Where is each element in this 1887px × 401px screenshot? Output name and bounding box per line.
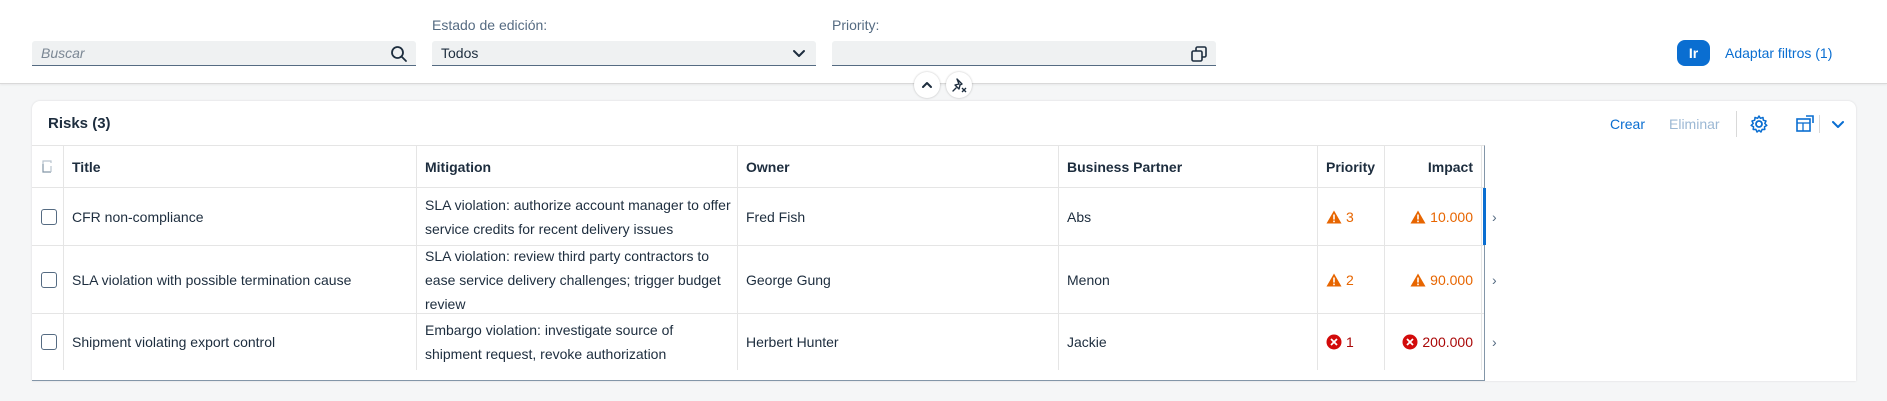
error-icon xyxy=(1326,334,1342,350)
chevron-down-icon[interactable] xyxy=(1828,114,1848,134)
toolbar-separator-2 xyxy=(1819,115,1820,133)
table-row[interactable]: SLA violation with possible termination … xyxy=(32,246,1497,314)
value-help-icon[interactable] xyxy=(1190,45,1208,63)
row-select-cell[interactable] xyxy=(32,314,64,370)
delete-button[interactable]: Eliminar xyxy=(1669,116,1720,132)
row-checkbox[interactable] xyxy=(41,271,57,288)
cell-owner: Herbert Hunter xyxy=(738,314,1059,370)
go-button[interactable]: Ir xyxy=(1677,40,1710,66)
chevron-down-icon[interactable] xyxy=(790,45,808,63)
row-navigation-cell[interactable]: › xyxy=(1482,188,1516,245)
priority-value: 3 xyxy=(1346,208,1354,225)
cell-title: SLA violation with possible termination … xyxy=(64,246,417,313)
row-checkbox[interactable] xyxy=(41,334,57,350)
error-icon xyxy=(1402,334,1418,350)
priority-value: 2 xyxy=(1346,271,1354,288)
table-title: Risks (3) xyxy=(48,115,111,132)
column-header-title[interactable]: Title xyxy=(64,146,417,188)
cell-priority: 2 xyxy=(1318,246,1385,313)
create-button[interactable]: Crear xyxy=(1610,116,1645,132)
table-header-row: Title Mitigation Owner Business Partner … xyxy=(32,146,1484,188)
priority-status: 1 xyxy=(1326,330,1354,354)
impact-value: 200.000 xyxy=(1422,334,1473,350)
unpin-header-button[interactable] xyxy=(946,72,972,98)
cell-title: Shipment violating export control xyxy=(64,314,417,370)
edit-state-label: Estado de edición: xyxy=(432,17,548,33)
collapse-header-icon xyxy=(922,82,932,88)
cell-priority: 1 xyxy=(1318,314,1385,370)
priority-value: 1 xyxy=(1346,334,1354,350)
row-navigation-icon[interactable]: › xyxy=(1492,330,1497,354)
impact-status: 10.000 xyxy=(1410,205,1473,229)
warning-icon xyxy=(1326,210,1342,223)
priority-status: 2 xyxy=(1326,268,1354,292)
cell-impact: 10.000 xyxy=(1385,188,1482,245)
row-navigation-icon[interactable]: › xyxy=(1492,205,1497,229)
cell-impact: 200.000 xyxy=(1385,314,1482,370)
cell-owner: George Gung xyxy=(738,246,1059,313)
priority-status: 3 xyxy=(1326,205,1354,229)
cell-business-partner: Abs xyxy=(1059,188,1318,245)
column-header-owner[interactable]: Owner xyxy=(738,146,1059,188)
row-navigation-icon[interactable]: › xyxy=(1492,268,1497,292)
select-all-cell[interactable] xyxy=(32,146,64,188)
row-navigated-indicator xyxy=(1483,188,1486,245)
impact-status: 90.000 xyxy=(1410,268,1473,292)
column-header-impact[interactable]: Impact xyxy=(1385,146,1482,188)
search-placeholder: Buscar xyxy=(41,45,85,61)
cell-business-partner: Menon xyxy=(1059,246,1318,313)
column-header-mitigation[interactable]: Mitigation xyxy=(417,146,738,188)
risks-table-panel: Risks (3) Crear Eliminar Title Mitigatio… xyxy=(32,101,1856,381)
cell-title: CFR non-compliance xyxy=(64,188,417,245)
adapt-filters-button[interactable]: Adaptar filtros (1) xyxy=(1725,45,1832,61)
unpin-icon xyxy=(952,78,967,93)
edit-state-value: Todos xyxy=(441,45,479,61)
column-header-priority[interactable]: Priority xyxy=(1318,146,1385,188)
row-navigation-cell[interactable]: › xyxy=(1482,246,1516,313)
collapse-header-button[interactable] xyxy=(914,72,940,98)
export-icon[interactable] xyxy=(1795,114,1815,134)
column-header-business-partner[interactable]: Business Partner xyxy=(1059,146,1318,188)
filter-bar: Buscar Estado de edición: Todos Priority… xyxy=(0,0,1887,84)
settings-icon[interactable] xyxy=(1749,114,1769,134)
impact-value: 10.000 xyxy=(1430,208,1473,225)
edit-state-select[interactable]: Todos xyxy=(432,41,816,66)
row-navigation-cell[interactable]: › xyxy=(1482,314,1516,370)
select-all-icon[interactable] xyxy=(41,160,55,174)
cell-owner: Fred Fish xyxy=(738,188,1059,245)
row-select-cell[interactable] xyxy=(32,188,64,245)
search-icon[interactable] xyxy=(390,45,408,63)
cell-priority: 3 xyxy=(1318,188,1385,245)
priority-input[interactable] xyxy=(832,41,1216,66)
risks-table: Title Mitigation Owner Business Partner … xyxy=(32,145,1497,381)
row-checkbox[interactable] xyxy=(41,208,57,225)
toolbar-separator xyxy=(1736,111,1737,137)
table-row[interactable]: Shipment violating export control Embarg… xyxy=(32,314,1497,370)
warning-icon xyxy=(1410,210,1426,223)
warning-icon xyxy=(1326,273,1342,286)
row-select-cell[interactable] xyxy=(32,246,64,313)
cell-mitigation: SLA violation: authorize account manager… xyxy=(417,188,738,245)
cell-business-partner: Jackie xyxy=(1059,314,1318,370)
impact-status: 200.000 xyxy=(1402,330,1473,354)
cell-mitigation: Embargo violation: investigate source of… xyxy=(417,314,738,370)
search-input[interactable]: Buscar xyxy=(32,41,416,66)
warning-icon xyxy=(1410,273,1426,286)
priority-label: Priority: xyxy=(832,17,880,33)
cell-mitigation: SLA violation: review third party contra… xyxy=(417,246,738,313)
table-row[interactable]: CFR non-compliance SLA violation: author… xyxy=(32,188,1497,246)
impact-value: 90.000 xyxy=(1430,271,1473,288)
cell-impact: 90.000 xyxy=(1385,246,1482,313)
